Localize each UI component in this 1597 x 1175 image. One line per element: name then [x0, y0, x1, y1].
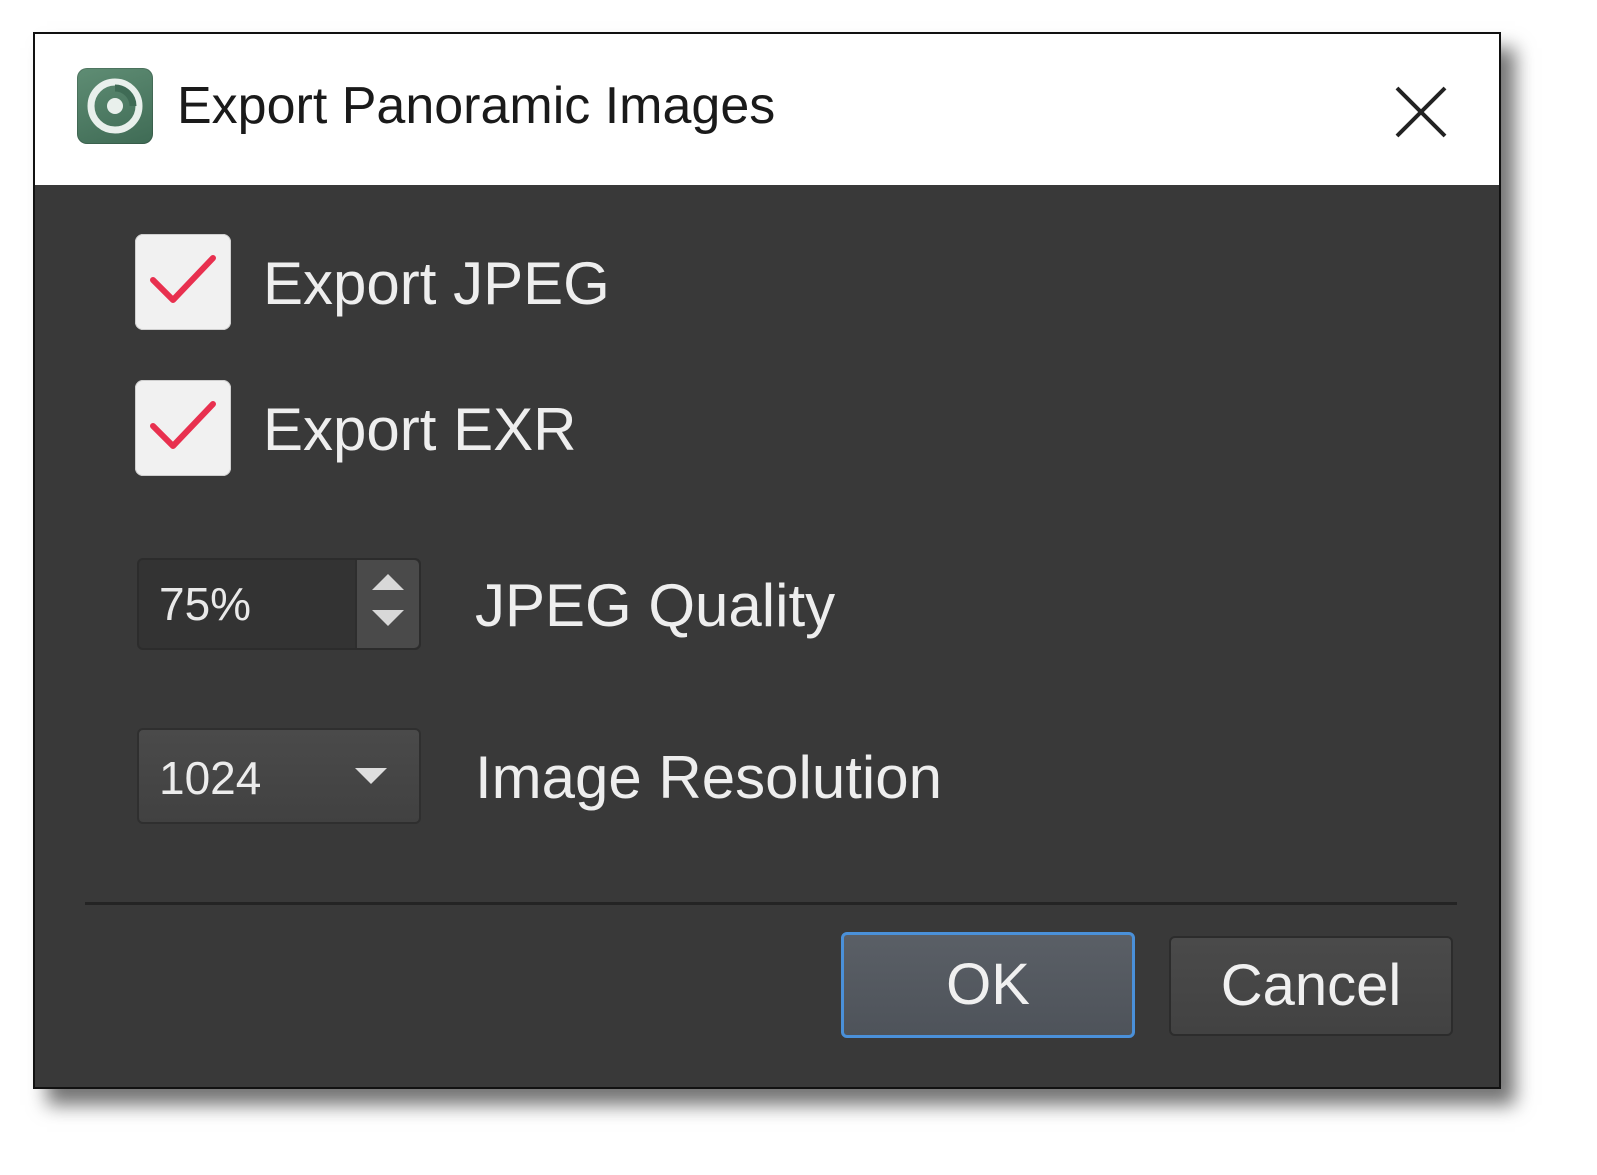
- dialog-title: Export Panoramic Images: [177, 77, 776, 135]
- checkmark-icon: [150, 401, 216, 449]
- chevron-down-icon: [372, 610, 404, 626]
- image-resolution-label: Image Resolution: [475, 744, 942, 811]
- image-resolution-value: 1024: [159, 752, 262, 804]
- spin-down-button[interactable]: [357, 604, 419, 648]
- close-icon: [1395, 86, 1447, 138]
- export-exr-label: Export EXR: [263, 396, 577, 463]
- close-button[interactable]: [1381, 72, 1461, 152]
- export-jpeg-label: Export JPEG: [263, 250, 610, 317]
- jpeg-quality-label: JPEG Quality: [475, 572, 836, 639]
- jpeg-quality-spinbox[interactable]: 75%: [137, 558, 421, 650]
- cancel-button[interactable]: Cancel: [1169, 936, 1453, 1036]
- separator: [85, 902, 1457, 905]
- export-jpeg-checkbox[interactable]: [135, 234, 231, 330]
- app-logo-icon: [77, 68, 153, 144]
- spin-buttons: [355, 560, 419, 648]
- export-exr-option: Export EXR: [135, 380, 835, 480]
- image-resolution-dropdown[interactable]: 1024: [137, 728, 421, 824]
- jpeg-quality-value[interactable]: 75%: [159, 578, 251, 630]
- export-jpeg-option: Export JPEG: [135, 234, 835, 334]
- export-exr-checkbox[interactable]: [135, 380, 231, 476]
- dropdown-arrow-icon: [355, 768, 387, 784]
- ok-button[interactable]: OK: [841, 932, 1135, 1038]
- title-bar: Export Panoramic Images: [35, 34, 1499, 185]
- chevron-up-icon: [372, 574, 404, 590]
- export-panoramic-images-dialog: Export Panoramic Images Export JPEG Expo…: [33, 32, 1501, 1089]
- checkmark-icon: [150, 255, 216, 303]
- spin-up-button[interactable]: [357, 560, 419, 604]
